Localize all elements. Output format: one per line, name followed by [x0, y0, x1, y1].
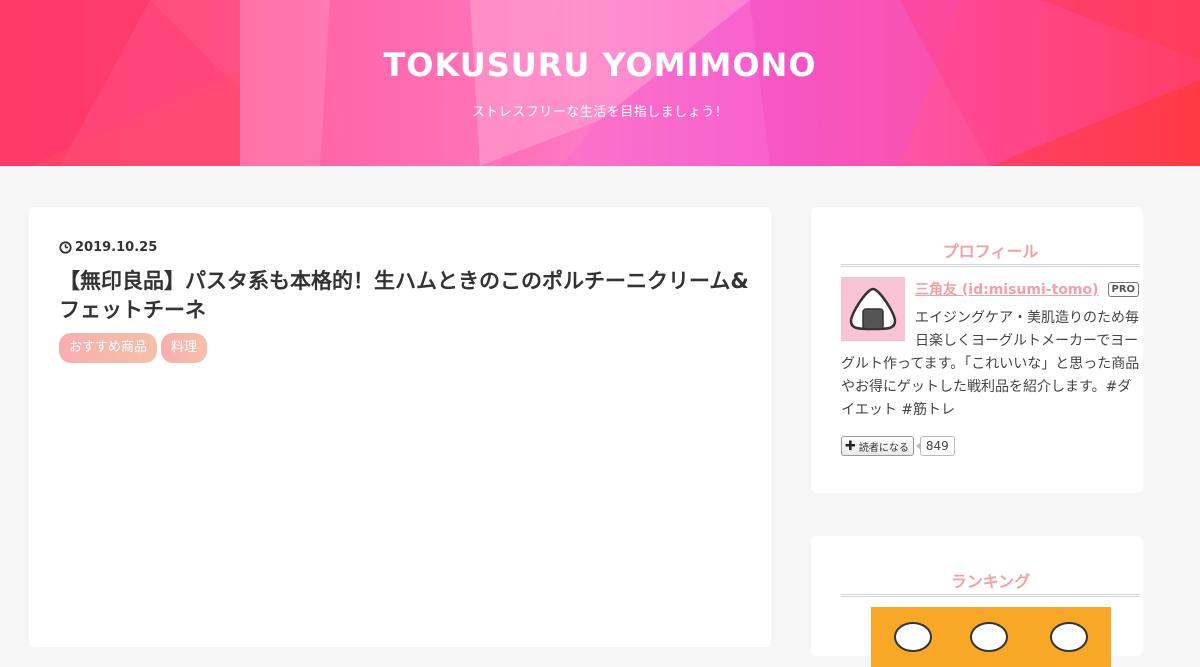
ranking-banner-illustration — [871, 607, 1111, 667]
profile-description-block: エイジングケア・美肌造りのため毎日楽しくヨーグルトメーカーでヨーグルト作ってます… — [841, 307, 1141, 422]
site-description: ストレスフリーな生活を目指しましょう！ — [471, 105, 729, 120]
subscribe-button-label: 読者になる — [858, 442, 909, 454]
ranking-banner-image[interactable] — [871, 607, 1111, 667]
profile-widget: プロフィール 三角友 (id:misumi-tomo) PRO エイジングケア・… — [811, 207, 1143, 493]
ranking-heading: ランキング — [950, 572, 1031, 591]
profile-heading-divider — [841, 264, 1140, 267]
ranking-heading-divider — [841, 594, 1140, 597]
article-card: 2019.10.25 【無印良品】パスタ系も本格的！生ハムときのこのポルチーニク… — [29, 207, 771, 647]
pro-badge[interactable]: PRO — [1107, 281, 1140, 297]
article-date: 2019.10.25 — [59, 240, 157, 255]
ranking-widget: ランキング — [811, 536, 1143, 667]
article-title[interactable]: 【無印良品】パスタ系も本格的！生ハムときのこのポルチーニクリーム&フェットチーネ — [59, 267, 749, 325]
plus-icon: ✚ — [845, 438, 856, 454]
subscribe-row: ✚ 読者になる 849 — [841, 436, 955, 456]
subscribe-button[interactable]: ✚ 読者になる — [841, 436, 914, 456]
article-date-text: 2019.10.25 — [75, 240, 158, 255]
profile-name-link[interactable]: 三角友 (id:misumi-tomo) — [915, 279, 1099, 299]
profile-heading: プロフィール — [942, 242, 1039, 261]
subscriber-count: 849 — [915, 436, 955, 456]
site-title[interactable]: TOKUSURU YOMIMONO — [0, 46, 1200, 84]
site-header: TOKUSURU YOMIMONO ストレスフリーな生活を目指しましょう！ — [0, 0, 1200, 166]
profile-name-row: 三角友 (id:misumi-tomo) PRO — [915, 279, 1140, 299]
clock-icon — [59, 241, 72, 254]
category-tag-recommended[interactable]: おすすめ商品 — [59, 333, 158, 363]
category-tag-cooking[interactable]: 料理 — [161, 333, 208, 363]
category-list: おすすめ商品 料理 — [59, 333, 208, 363]
